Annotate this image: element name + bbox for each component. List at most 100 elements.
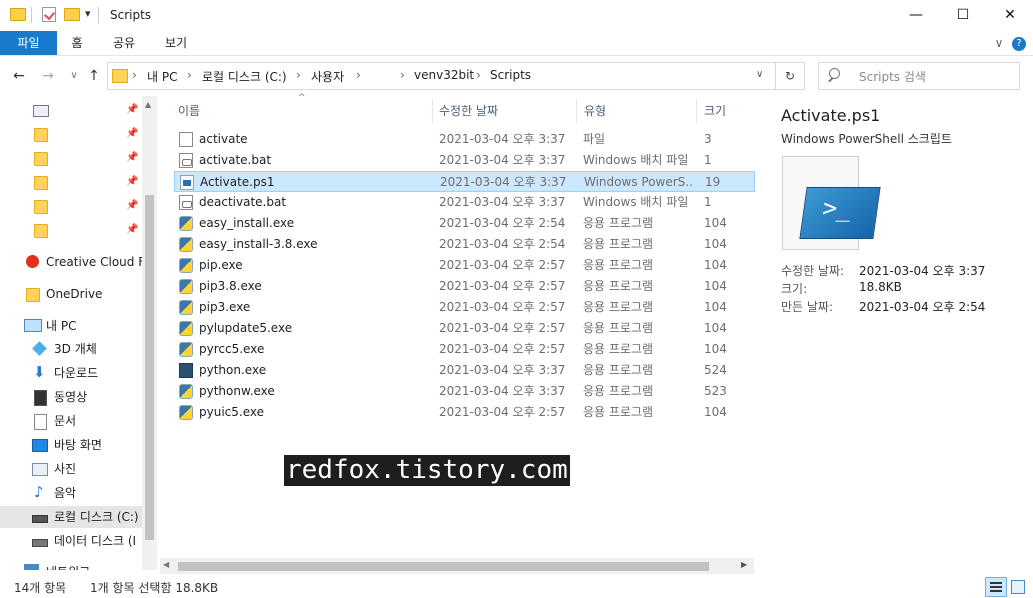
breadcrumb-users[interactable]: 사용자 — [311, 68, 344, 85]
file-date: 2021-03-04 오후 3:37 — [439, 132, 566, 146]
help-icon[interactable]: ? — [1012, 37, 1026, 51]
breadcrumb-scripts[interactable]: Scripts — [490, 68, 531, 82]
breadcrumb-separator[interactable]: › — [356, 68, 361, 82]
meta-key-modified: 수정한 날짜: — [781, 264, 845, 278]
quick-access-item[interactable]: 📌 — [0, 147, 142, 169]
forward-button[interactable]: → — [40, 68, 56, 84]
column-header-type[interactable]: 유형 — [584, 99, 684, 123]
up-button[interactable]: ↑ — [86, 68, 102, 84]
file-row[interactable]: pip3.exe 2021-03-04 오후 2:57 응용 프로그램 104 — [174, 297, 755, 318]
sidebar-item-documents[interactable]: 문서 — [0, 410, 142, 432]
sidebar-item-videos[interactable]: 동영상 — [0, 386, 142, 408]
sidebar-item-music[interactable]: ♪ 음악 — [0, 482, 142, 504]
scroll-left-arrow[interactable]: ◀ — [163, 560, 169, 569]
file-size: 104 — [704, 279, 727, 293]
refresh-button[interactable]: ↻ — [776, 62, 805, 90]
file-row[interactable]: pyrcc5.exe 2021-03-04 오후 2:57 응용 프로그램 104 — [174, 339, 755, 360]
sidebar-item-pictures[interactable]: 사진 — [0, 458, 142, 480]
file-row[interactable]: python.exe 2021-03-04 오후 3:37 응용 프로그램 524 — [174, 360, 755, 381]
breadcrumb-this-pc[interactable]: 내 PC — [147, 68, 177, 85]
file-size: 19 — [705, 175, 721, 189]
breadcrumb-separator[interactable]: › — [296, 68, 301, 82]
quick-access-item[interactable]: 📌 — [0, 219, 142, 241]
file-row[interactable]: easy_install-3.8.exe 2021-03-04 오후 2:54 응용… — [174, 234, 755, 255]
file-row[interactable]: pylupdate5.exe 2021-03-04 오후 2:57 응용 프로그램 1… — [174, 318, 755, 339]
column-header-size[interactable]: 크기 — [704, 99, 752, 123]
quick-access-item[interactable]: 📌 — [0, 99, 142, 121]
ribbon-expand-button[interactable]: ∨ — [990, 31, 1008, 55]
sidebar-item-3d-objects[interactable]: 3D 개체 — [0, 338, 142, 360]
scroll-up-arrow[interactable]: ▲ — [145, 100, 151, 109]
quick-access-item[interactable]: 📌 — [0, 123, 142, 145]
file-size: 104 — [704, 405, 727, 419]
quick-access-item[interactable]: 📌 — [0, 195, 142, 217]
sidebar-item-label: 사진 — [54, 462, 77, 476]
pin-icon: 📌 — [126, 152, 139, 163]
address-dropdown[interactable]: ∨ — [756, 69, 763, 80]
breadcrumb-separator[interactable]: › — [187, 68, 192, 82]
file-row[interactable]: pip3.8.exe 2021-03-04 오후 2:57 응용 프로그램 104 — [174, 276, 755, 297]
drive-icon — [32, 515, 48, 523]
sidebar-item-local-disk[interactable]: 로컬 디스크 (C:) — [0, 506, 142, 528]
sidebar-item-downloads[interactable]: ⬇ 다운로드 — [0, 362, 142, 384]
file-row[interactable]: pythonw.exe 2021-03-04 오후 3:37 응용 프로그램 523 — [174, 381, 755, 402]
tab-share[interactable]: 공유 — [101, 31, 147, 55]
file-row[interactable]: Activate.ps1 2021-03-04 오후 3:37 Windows Po… — [174, 171, 755, 192]
quick-access-item[interactable]: 📌 — [0, 171, 142, 193]
minimize-button[interactable]: — — [893, 0, 939, 31]
file-row[interactable]: easy_install.exe 2021-03-04 오후 2:54 응용 프로그… — [174, 213, 755, 234]
sidebar-item-this-pc[interactable]: 내 PC — [0, 315, 142, 337]
sidebar-item-creative-cloud[interactable]: Creative Cloud Fil — [0, 251, 142, 273]
sidebar-item-network[interactable]: 네트워크 — [0, 562, 142, 570]
horizontal-scrollbar-thumb[interactable] — [178, 562, 709, 571]
address-bar[interactable]: › 내 PC › 로컬 디스크 (C:) › 사용자 › › venv32bit… — [107, 62, 776, 90]
tab-file[interactable]: 파일 — [0, 31, 57, 55]
file-name: pyuic5.exe — [199, 405, 264, 419]
close-button[interactable]: ✕ — [987, 0, 1033, 31]
sidebar-item-desktop[interactable]: 바탕 화면 — [0, 434, 142, 456]
breadcrumb-separator[interactable]: › — [400, 68, 405, 82]
column-header-date[interactable]: 수정한 날짜 — [439, 99, 569, 123]
scroll-right-arrow[interactable]: ▶ — [741, 560, 747, 569]
file-row[interactable]: pyuic5.exe 2021-03-04 오후 2:57 응용 프로그램 104 — [174, 402, 755, 423]
sidebar-item-label: 데이터 디스크 (I — [54, 534, 137, 548]
breadcrumb-separator[interactable]: › — [476, 68, 481, 82]
powershell-prompt-box: >_ — [799, 187, 881, 239]
properties-icon[interactable] — [42, 7, 56, 22]
file-size: 1 — [704, 153, 712, 167]
pin-icon: 📌 — [126, 128, 139, 139]
folder-icon[interactable] — [10, 8, 26, 21]
bat-file-icon — [179, 195, 193, 210]
details-view-button[interactable] — [985, 577, 1007, 597]
file-type: 응용 프로그램 — [583, 300, 654, 314]
file-type: 응용 프로그램 — [583, 279, 654, 293]
file-date: 2021-03-04 오후 3:37 — [439, 195, 566, 209]
breadcrumb-venv[interactable]: venv32bit — [414, 68, 474, 82]
new-folder-icon[interactable] — [64, 8, 80, 21]
back-button[interactable]: ← — [11, 68, 27, 84]
large-icons-view-button[interactable] — [1009, 578, 1025, 594]
column-separator[interactable] — [432, 99, 433, 123]
column-header-name[interactable]: 이름 — [178, 99, 428, 123]
quick-access-dropdown[interactable]: ▾ — [85, 7, 91, 20]
file-type: 응용 프로그램 — [583, 342, 654, 356]
file-row[interactable]: deactivate.bat 2021-03-04 오후 3:37 Windows … — [174, 192, 755, 213]
file-size: 104 — [704, 258, 727, 272]
file-name: Activate.ps1 — [200, 175, 275, 189]
search-box[interactable]: Scripts 검색 — [818, 62, 1020, 90]
column-separator[interactable] — [576, 99, 577, 123]
file-row[interactable]: pip.exe 2021-03-04 오후 2:57 응용 프로그램 104 — [174, 255, 755, 276]
breadcrumb-separator[interactable]: › — [132, 68, 137, 82]
recent-locations-button[interactable]: ∨ — [66, 68, 82, 84]
file-row[interactable]: activate.bat 2021-03-04 오후 3:37 Windows 배치… — [174, 150, 755, 171]
tab-view[interactable]: 보기 — [153, 31, 199, 55]
sidebar-scrollbar-thumb[interactable] — [145, 195, 154, 540]
file-row[interactable]: activate 2021-03-04 오후 3:37 파일 3 — [174, 129, 755, 150]
maximize-button[interactable]: ☐ — [940, 0, 986, 31]
sidebar-item-onedrive[interactable]: OneDrive — [0, 283, 142, 305]
column-separator[interactable] — [696, 99, 697, 123]
breadcrumb-local-disk[interactable]: 로컬 디스크 (C:) — [202, 68, 287, 85]
sidebar-item-data-disk[interactable]: 데이터 디스크 (I — [0, 530, 142, 552]
file-name: pip3.8.exe — [199, 279, 262, 293]
tab-home[interactable]: 홈 — [57, 31, 97, 55]
